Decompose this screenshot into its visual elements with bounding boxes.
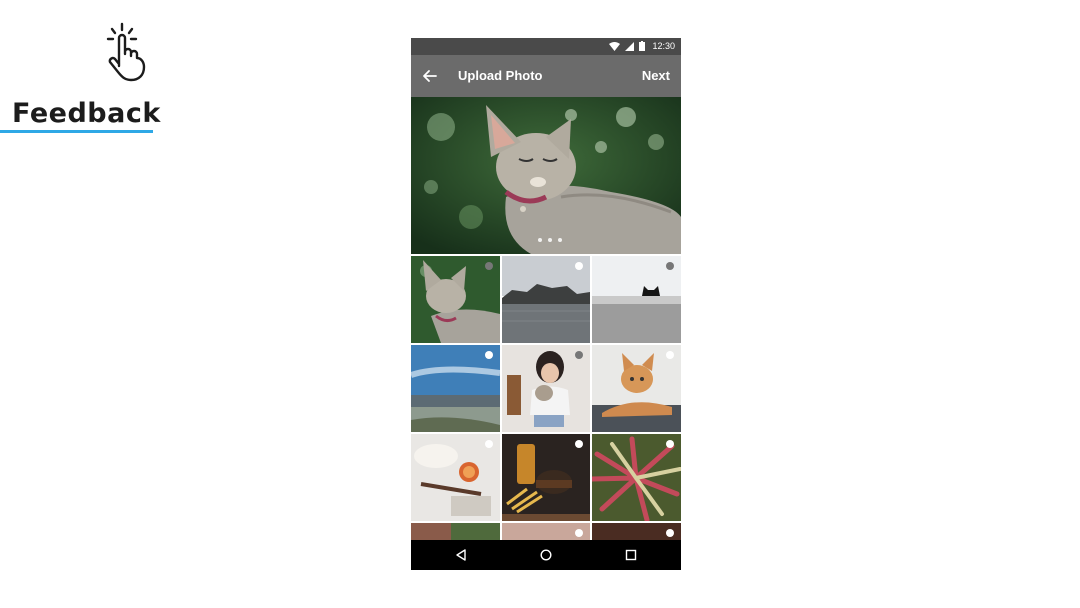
selection-indicator[interactable]	[485, 262, 493, 270]
photo-thumbnail[interactable]	[411, 523, 500, 540]
arrow-left-icon[interactable]	[421, 67, 439, 85]
selection-indicator[interactable]	[666, 262, 674, 270]
status-bar: 12:30	[411, 38, 681, 55]
selection-indicator[interactable]	[666, 351, 674, 359]
recents-square-icon	[625, 549, 637, 561]
photo-thumbnail[interactable]	[592, 256, 681, 343]
selection-indicator[interactable]	[575, 351, 583, 359]
photo-thumbnail[interactable]	[502, 345, 590, 432]
page-dot	[558, 238, 562, 242]
selection-indicator[interactable]	[575, 529, 583, 537]
selection-indicator[interactable]	[666, 529, 674, 537]
selection-indicator[interactable]	[485, 351, 493, 359]
selection-indicator[interactable]	[575, 262, 583, 270]
wordmark-underline	[0, 130, 153, 133]
photo-thumbnail[interactable]	[502, 256, 590, 343]
wifi-icon	[609, 41, 620, 51]
app-bar: Upload Photo Next	[411, 55, 681, 97]
selection-indicator[interactable]	[485, 440, 493, 448]
page-dot	[548, 238, 552, 242]
photo-thumbnail[interactable]	[502, 523, 590, 540]
signal-icon	[625, 41, 634, 51]
selection-indicator[interactable]	[575, 440, 583, 448]
photo-thumbnail[interactable]	[502, 434, 590, 521]
home-circle-icon	[540, 549, 552, 561]
page-dot	[538, 238, 542, 242]
photo-thumbnail[interactable]	[592, 345, 681, 432]
photo-thumbnail[interactable]	[592, 434, 681, 521]
nav-home-button[interactable]	[531, 540, 561, 570]
status-time: 12:30	[652, 41, 675, 51]
photo-thumbnail[interactable]	[411, 345, 500, 432]
cat-hero-image	[411, 97, 681, 254]
selected-photo-preview[interactable]	[411, 97, 681, 254]
photo-thumbnail[interactable]	[592, 523, 681, 540]
page-title: Upload Photo	[458, 68, 543, 83]
selection-indicator[interactable]	[666, 440, 674, 448]
page-indicator	[538, 238, 562, 242]
phone-screen: 12:30 Upload Photo Next	[411, 38, 681, 570]
nav-back-button[interactable]	[446, 540, 476, 570]
next-button[interactable]: Next	[642, 68, 670, 83]
photo-thumbnail[interactable]	[411, 256, 500, 343]
tap-hand-icon	[106, 22, 146, 82]
battery-icon	[639, 41, 645, 51]
feedback-logo: Feedback	[0, 22, 160, 137]
feedback-wordmark: Feedback	[12, 98, 161, 129]
nav-recents-button[interactable]	[616, 540, 646, 570]
photo-thumbnail[interactable]	[411, 434, 500, 521]
system-nav-bar	[411, 540, 681, 570]
back-triangle-icon	[456, 549, 466, 561]
